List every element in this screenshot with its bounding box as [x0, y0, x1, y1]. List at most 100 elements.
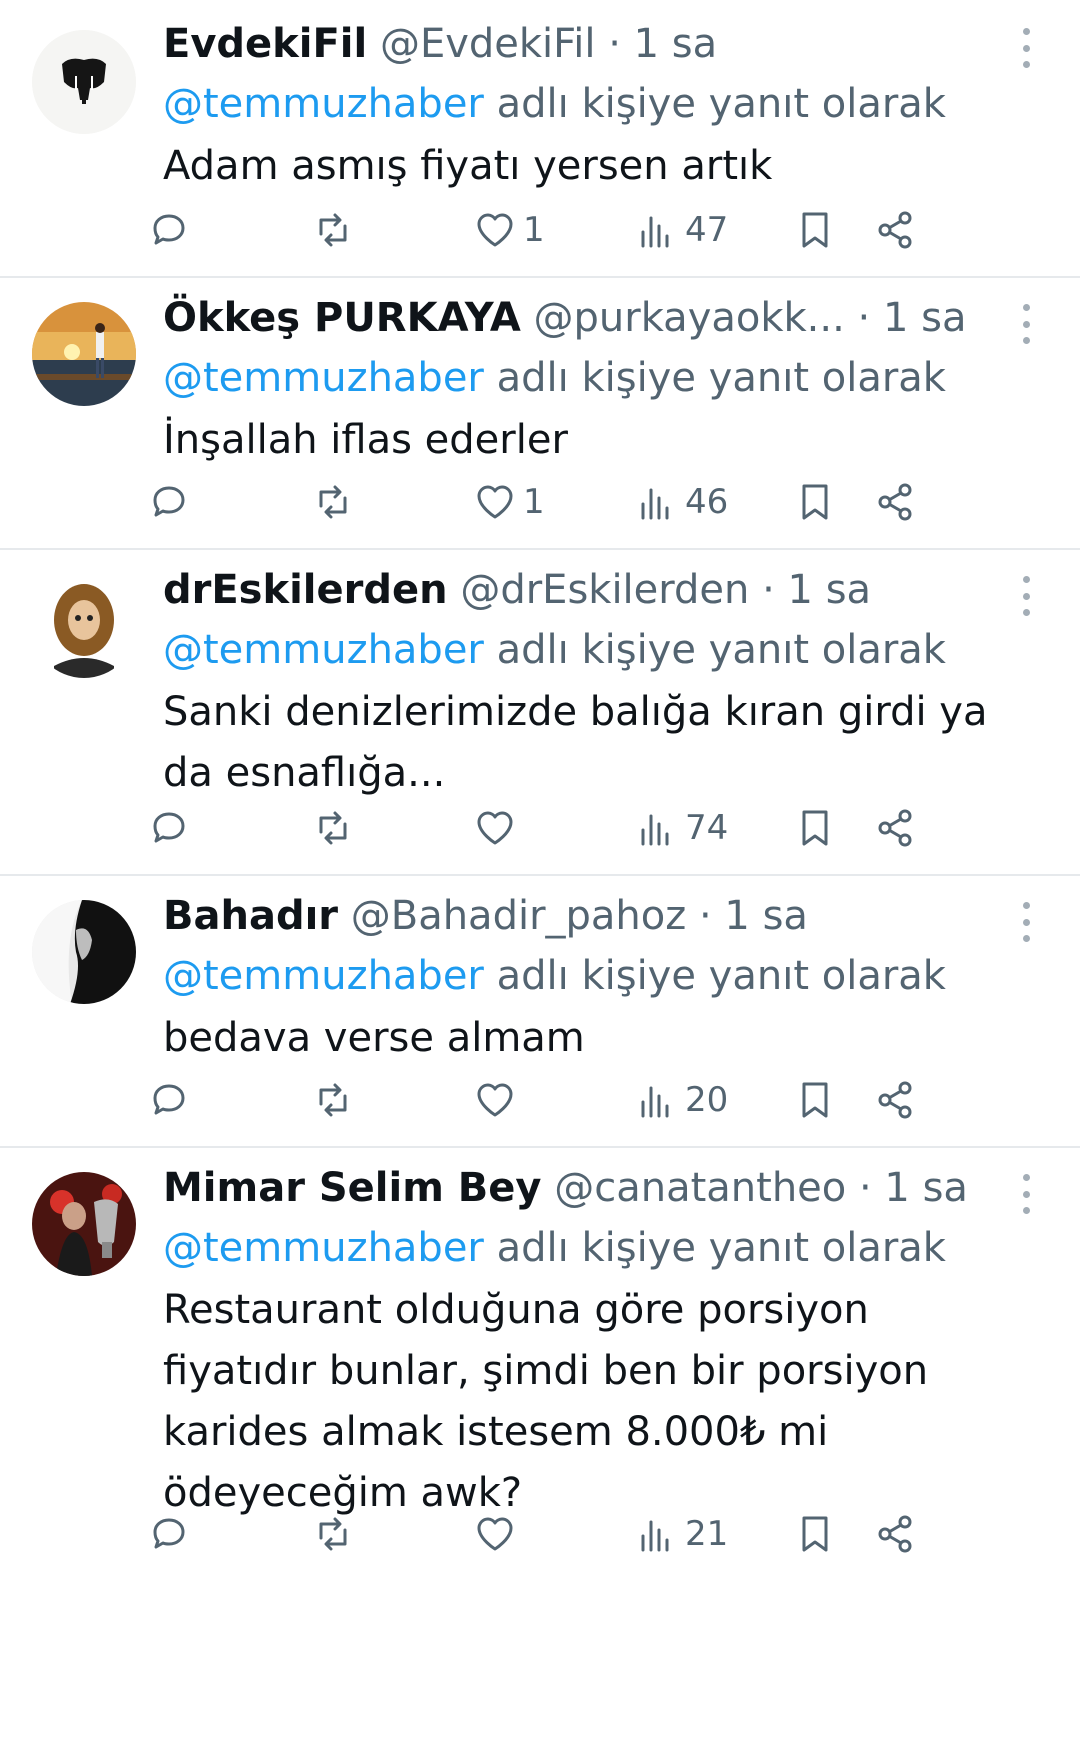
display-name[interactable]: Mimar Selim Bey [163, 1165, 542, 1211]
reply-mention-link[interactable]: @temmuzhaber [163, 81, 484, 127]
bookmark-button[interactable] [793, 474, 837, 530]
user-handle[interactable]: @purkayaokk... [534, 295, 845, 341]
timestamp[interactable]: · 1 sa [858, 295, 967, 341]
display-name[interactable]: Ökkeş PURKAYA [163, 295, 521, 341]
bookmark-button[interactable] [793, 1506, 837, 1562]
heart-icon [477, 485, 513, 519]
repost-icon [319, 485, 347, 519]
sunset-photo-icon [32, 302, 136, 406]
tweet-okkes[interactable]: Ökkeş PURKAYA @purkayaokk... · 1 sa @tem… [0, 278, 1080, 550]
like-button[interactable]: 1 [473, 474, 545, 530]
timestamp[interactable]: · 1 sa [762, 567, 871, 613]
avatar[interactable] [32, 900, 136, 1004]
share-button[interactable] [873, 474, 917, 530]
more-options-icon[interactable] [1020, 1174, 1032, 1214]
views-button[interactable]: 21 [635, 1506, 728, 1562]
reply-context-label: adlı kişiye yanıt olarak [496, 81, 946, 127]
cartoon-face-icon [32, 574, 136, 678]
reply-button[interactable] [147, 800, 191, 856]
like-button[interactable] [473, 1072, 523, 1128]
share-button[interactable] [873, 1506, 917, 1562]
reply-button[interactable] [147, 1072, 191, 1128]
views-button[interactable]: 74 [635, 800, 728, 856]
tweet-header: drEskilerden @drEskilerden · 1 sa [163, 560, 983, 620]
reply-icon [153, 1084, 185, 1115]
avatar[interactable] [32, 1172, 136, 1276]
views-button[interactable]: 47 [635, 202, 728, 258]
elephant-icon [32, 30, 136, 134]
reply-mention-link[interactable]: @temmuzhaber [163, 355, 484, 401]
repost-icon [319, 213, 347, 247]
avatar[interactable] [32, 302, 136, 406]
share-icon [878, 211, 912, 249]
like-count: 1 [523, 210, 545, 250]
views-icon [641, 814, 669, 846]
bookmark-button[interactable] [793, 202, 837, 258]
timestamp[interactable]: · 1 sa [859, 1165, 968, 1211]
repost-button[interactable] [311, 1506, 355, 1562]
reply-icon [153, 486, 185, 517]
like-button[interactable]: 1 [473, 202, 545, 258]
more-options-icon[interactable] [1020, 28, 1032, 68]
repost-button[interactable] [311, 1072, 355, 1128]
action-bar: 1 46 [153, 474, 1043, 530]
timestamp[interactable]: · 1 sa [608, 21, 717, 67]
like-button[interactable] [473, 1506, 523, 1562]
more-options-icon[interactable] [1020, 902, 1032, 942]
avatar[interactable] [32, 574, 136, 678]
tweet-mimar-selim[interactable]: Mimar Selim Bey @canatantheo · 1 sa @tem… [0, 1148, 1080, 1757]
view-count: 46 [685, 482, 729, 522]
reply-button[interactable] [147, 474, 191, 530]
user-handle[interactable]: @canatantheo [554, 1165, 846, 1211]
views-button[interactable]: 20 [635, 1072, 728, 1128]
share-button[interactable] [873, 1072, 917, 1128]
views-button[interactable]: 46 [635, 474, 728, 530]
more-options-icon[interactable] [1020, 304, 1032, 344]
reply-button[interactable] [147, 1506, 191, 1562]
bookmark-icon [802, 1516, 828, 1552]
reply-icon [153, 214, 185, 245]
tweet-header: EvdekiFil @EvdekiFil · 1 sa [163, 14, 983, 74]
tweet-bahadir[interactable]: Bahadır @Bahadir_pahoz · 1 sa @temmuzhab… [0, 876, 1080, 1148]
tweet-dreskilerden[interactable]: drEskilerden @drEskilerden · 1 sa @temmu… [0, 550, 1080, 876]
display-name[interactable]: EvdekiFil [163, 21, 367, 67]
heart-icon [477, 213, 513, 247]
reply-icon [153, 1518, 185, 1549]
repost-button[interactable] [311, 202, 355, 258]
bookmark-button[interactable] [793, 800, 837, 856]
views-icon [641, 216, 669, 248]
reply-context: @temmuzhaber adlı kişiye yanıt olarak [163, 946, 1040, 1006]
reply-context-label: adlı kişiye yanıt olarak [496, 953, 946, 999]
display-name[interactable]: Bahadır [163, 893, 338, 939]
tweet-evdekifil[interactable]: EvdekiFil @EvdekiFil · 1 sa @temmuzhaber… [0, 0, 1080, 278]
trophy-photo-icon [32, 1172, 136, 1276]
bw-portrait-icon [32, 900, 136, 1004]
reply-button[interactable] [147, 202, 191, 258]
display-name[interactable]: drEskilerden [163, 567, 448, 613]
reply-mention-link[interactable]: @temmuzhaber [163, 1225, 484, 1271]
reply-feed: EvdekiFil @EvdekiFil · 1 sa @temmuzhaber… [0, 0, 1080, 1757]
repost-button[interactable] [311, 474, 355, 530]
repost-button[interactable] [311, 800, 355, 856]
bookmark-button[interactable] [793, 1072, 837, 1128]
user-handle[interactable]: @Bahadir_pahoz [351, 893, 687, 939]
share-button[interactable] [873, 800, 917, 856]
reply-mention-link[interactable]: @temmuzhaber [163, 953, 484, 999]
avatar[interactable] [32, 30, 136, 134]
more-options-icon[interactable] [1020, 576, 1032, 616]
reply-mention-link[interactable]: @temmuzhaber [163, 627, 484, 673]
tweet-header: Mimar Selim Bey @canatantheo · 1 sa [163, 1158, 983, 1218]
timestamp[interactable]: · 1 sa [699, 893, 808, 939]
like-button[interactable] [473, 800, 523, 856]
tweet-text: bedava verse almam [163, 1015, 585, 1061]
tweet-header: Bahadır @Bahadir_pahoz · 1 sa [163, 886, 983, 946]
reply-context-label: adlı kişiye yanıt olarak [496, 1225, 946, 1271]
user-handle[interactable]: @EvdekiFil [380, 21, 596, 67]
view-count: 20 [685, 1080, 729, 1120]
heart-icon [477, 1083, 513, 1117]
share-button[interactable] [873, 202, 917, 258]
user-handle[interactable]: @drEskilerden [460, 567, 749, 613]
action-bar: 20 [153, 1072, 1043, 1128]
views-icon [641, 488, 669, 520]
action-bar: 21 [153, 1506, 1043, 1562]
